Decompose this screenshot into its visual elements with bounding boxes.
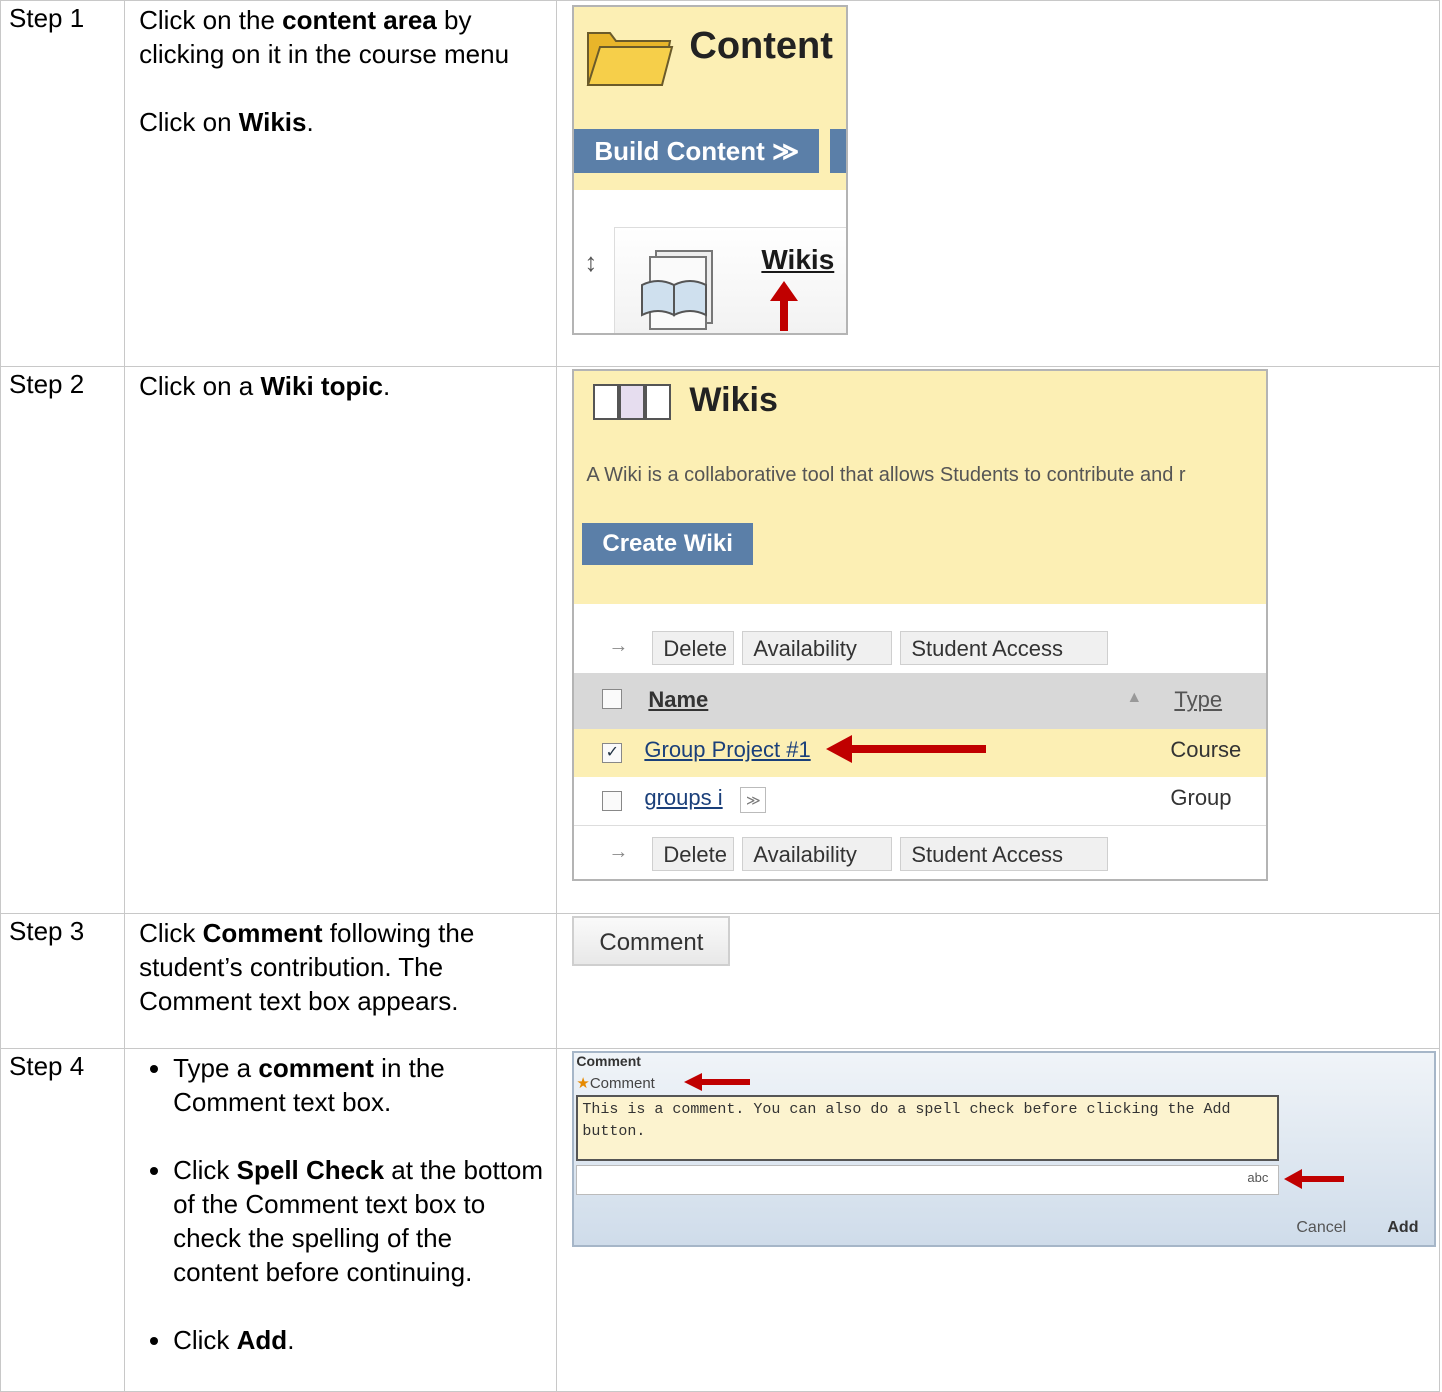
step-1-screenshot-cell: Content Build Content ≫ ↕ Wikis (556, 0, 1440, 367)
action-bar-top: → Delete Availability Student Access (574, 627, 1266, 667)
chevron-down-icon[interactable]: ≫ (740, 787, 767, 813)
student-access-button[interactable]: Student Access (900, 837, 1109, 871)
name-column-header[interactable]: Name (648, 687, 708, 713)
step-3-row: Step 3 Click Comment following the stude… (0, 913, 1440, 1049)
step-2-label: Step 2 (0, 366, 126, 914)
wiki-book-icon (641, 250, 714, 330)
red-arrow-icon (826, 735, 987, 763)
student-access-button[interactable]: Student Access (900, 631, 1109, 665)
add-button[interactable]: Add (1387, 1219, 1418, 1237)
step-1-instructions: Click on the content area by clicking on… (124, 0, 558, 367)
page-title: Content (689, 25, 833, 67)
step-4-instructions: Type a comment in the Comment text box. … (124, 1048, 558, 1392)
create-wiki-button[interactable]: Create Wiki (582, 523, 753, 565)
required-star-icon: ★ (576, 1075, 590, 1092)
page-description: A Wiki is a collaborative tool that allo… (586, 464, 1186, 486)
comment-heading: Comment (576, 1053, 641, 1069)
step-1-label: Step 1 (0, 0, 126, 367)
comment-form-screenshot: Comment ★Comment This is a comment. You … (572, 1051, 1437, 1247)
availability-button[interactable]: Availability (742, 631, 893, 665)
list-item: Click Add. (173, 1323, 544, 1357)
table-row: groups i ≫ Group (574, 777, 1267, 826)
red-arrow-icon (770, 281, 799, 331)
step-1-row: Step 1 Click on the content area by clic… (0, 0, 1440, 367)
comment-field-label: ★Comment (576, 1075, 655, 1092)
table-header: Name ▲ Type (574, 673, 1267, 729)
wiki-type: Group (1170, 785, 1232, 810)
availability-button[interactable]: Availability (742, 837, 893, 871)
step-3-screenshot-cell: Comment (556, 913, 1440, 1049)
step-3-label: Step 3 (0, 913, 126, 1049)
folder-icon (587, 32, 674, 86)
wiki-topic-link[interactable]: groups i (644, 785, 722, 811)
arrow-icon: → (608, 841, 629, 863)
action-bar-bottom: → Delete Availability Student Access (574, 833, 1266, 873)
delete-button[interactable]: Delete (652, 631, 735, 665)
row-checkbox-checked[interactable]: ✓ (602, 743, 623, 763)
sort-ascending-icon: ▲ (1126, 689, 1143, 706)
wiki-topic-link[interactable]: Group Project #1 (644, 737, 810, 763)
step-4-row: Step 4 Type a comment in the Comment tex… (0, 1048, 1440, 1392)
select-all-checkbox[interactable] (602, 689, 623, 709)
delete-button[interactable]: Delete (652, 837, 735, 871)
list-item: Click Spell Check at the bottom of the C… (173, 1153, 544, 1289)
step-4-screenshot-cell: Comment ★Comment This is a comment. You … (556, 1048, 1440, 1392)
step-2-screenshot-cell: Wikis A Wiki is a collaborative tool tha… (556, 366, 1440, 914)
table-row: ✓ Group Project #1 Course (574, 729, 1267, 777)
wikis-page-screenshot: Wikis A Wiki is a collaborative tool tha… (572, 369, 1269, 881)
step-2-row: Step 2 Click on a Wiki topic. Wikis A Wi… (0, 366, 1440, 914)
list-item: Type a comment in the Comment text box. (173, 1051, 544, 1119)
wikis-icon (593, 384, 672, 420)
cancel-button[interactable]: Cancel (1296, 1219, 1346, 1237)
arrow-icon: → (608, 635, 629, 657)
spell-check-icon[interactable]: abc (1247, 1170, 1268, 1185)
comment-button[interactable]: Comment (572, 916, 731, 966)
step-4-label: Step 4 (0, 1048, 126, 1392)
wikis-link[interactable]: Wikis (761, 244, 834, 276)
type-column-header[interactable]: Type (1174, 687, 1222, 713)
spell-check-bar: abc (576, 1165, 1280, 1195)
row-checkbox[interactable] (602, 791, 623, 811)
steps-table: Step 1 Click on the content area by clic… (0, 0, 1440, 1392)
drag-handle-icon[interactable]: ↕ (584, 247, 597, 278)
comment-textarea[interactable]: This is a comment. You can also do a spe… (576, 1095, 1280, 1161)
step-2-instructions: Click on a Wiki topic. (124, 366, 558, 914)
red-arrow-icon (1284, 1169, 1345, 1189)
red-arrow-icon (684, 1073, 751, 1091)
build-content-button[interactable]: Build Content ≫ (574, 129, 820, 173)
content-area-screenshot: Content Build Content ≫ ↕ Wikis (572, 5, 849, 335)
page-title: Wikis (689, 381, 778, 419)
wiki-type: Course (1170, 737, 1242, 762)
step-3-instructions: Click Comment following the student’s co… (124, 913, 558, 1049)
